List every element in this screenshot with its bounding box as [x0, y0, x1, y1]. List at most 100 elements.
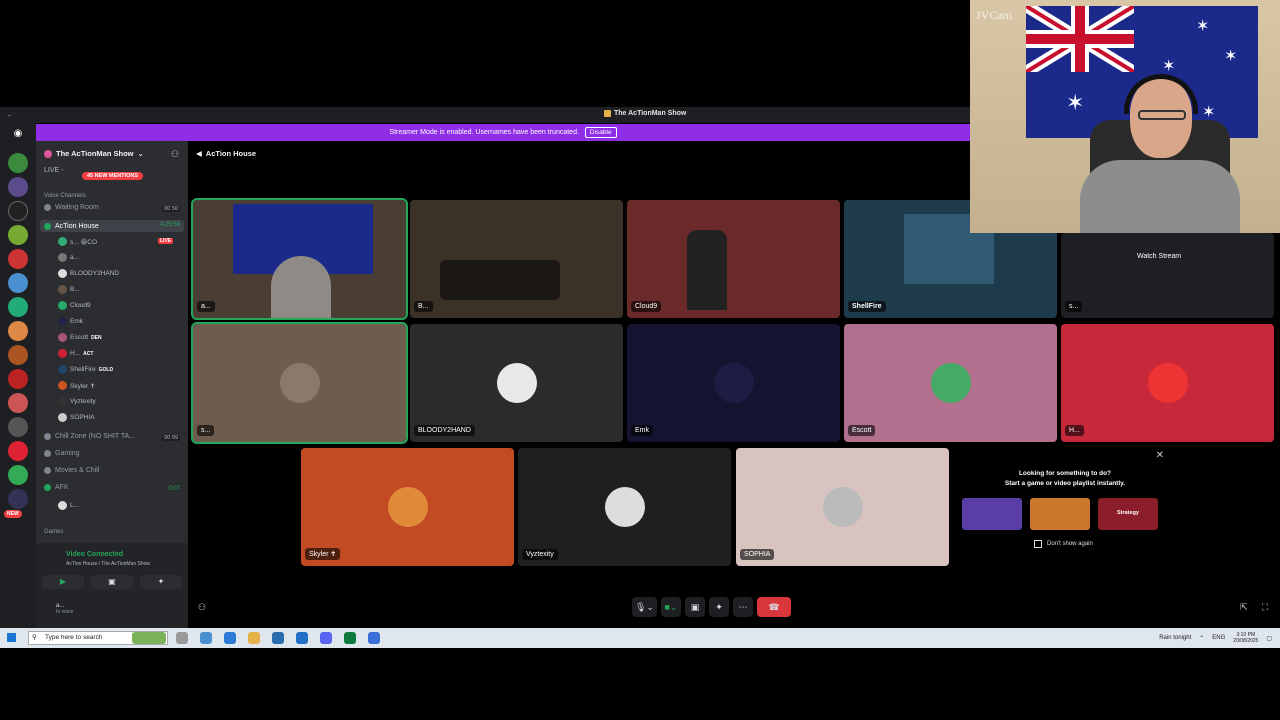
app-icon[interactable]	[344, 632, 356, 644]
store-icon[interactable]	[272, 632, 284, 644]
file-explorer-icon[interactable]	[248, 632, 260, 644]
more-options-button[interactable]: ⋯	[732, 597, 753, 617]
activity-card[interactable]	[962, 498, 1022, 530]
start-button[interactable]	[7, 633, 16, 642]
activities-button[interactable]: ✦	[708, 597, 729, 617]
user-panel[interactable]: a... In voice	[42, 603, 73, 615]
camera-button[interactable]: ■⌄	[660, 597, 681, 617]
user-tile[interactable]: Vyztexity	[518, 448, 731, 566]
server-icon[interactable]	[8, 177, 28, 197]
speaker-icon	[44, 484, 51, 491]
speaker-icon	[44, 222, 51, 230]
watch-stream-button[interactable]: Watch Stream	[1137, 253, 1181, 260]
server-icon[interactable]	[8, 345, 28, 365]
task-view-icon[interactable]	[176, 632, 188, 644]
activity-card[interactable]: Strategy	[1098, 498, 1158, 530]
voice-user[interactable]: Escott DEN	[58, 333, 102, 342]
person-video	[271, 256, 331, 318]
voice-user[interactable]: Emk	[58, 317, 83, 326]
screen-share-button[interactable]: ▣	[684, 597, 705, 617]
edge-icon[interactable]	[224, 632, 236, 644]
server-icon[interactable]	[8, 297, 28, 317]
close-icon[interactable]: ✕	[1156, 450, 1164, 461]
server-name-header[interactable]: The AcTionMan Show ⌄	[44, 149, 144, 158]
voice-user[interactable]: a...	[58, 253, 79, 262]
user-tile[interactable]: SOPHIA	[736, 448, 949, 566]
voice-user[interactable]: B...	[58, 285, 80, 294]
user-tile[interactable]: s...	[191, 322, 408, 444]
voice-user[interactable]: Skyler ✝	[58, 381, 95, 390]
language-indicator[interactable]: ENG	[1212, 635, 1225, 641]
server-icon[interactable]	[8, 321, 28, 341]
tile-name: H...	[1065, 425, 1084, 436]
chrome-icon[interactable]	[200, 632, 212, 644]
window-title: The AcTionMan Show	[604, 110, 686, 117]
activities-button[interactable]: ✦	[140, 575, 182, 589]
channel-afk[interactable]: AFK	[44, 484, 69, 491]
live-channel-row[interactable]: LIVE -	[44, 167, 63, 174]
user-tile[interactable]: Emk	[627, 324, 840, 442]
stream-tile[interactable]: Watch Stream s...	[1061, 233, 1274, 318]
voice-channels-category[interactable]: Voice Channels	[44, 193, 86, 199]
notification-icon[interactable]: ▢	[1266, 635, 1272, 642]
microphone-button[interactable]: 🎙︎⌄	[632, 597, 657, 617]
channel-waiting-room[interactable]: Waiting Room	[44, 204, 99, 211]
weather-widget[interactable]: Rain tonight	[1159, 635, 1191, 641]
popout-icon[interactable]: ⇱	[1240, 602, 1248, 613]
activity-card[interactable]	[1030, 498, 1090, 530]
chevron-up-icon[interactable]: ⌃	[1199, 635, 1204, 642]
server-icon[interactable]	[8, 369, 28, 389]
server-icon[interactable]	[8, 225, 28, 245]
video-tile[interactable]: B...	[410, 200, 623, 318]
voice-status[interactable]: Video Connected	[66, 551, 123, 558]
dont-show-again[interactable]: Don't show again	[1034, 540, 1093, 548]
voice-user[interactable]: SOPHIA	[58, 413, 95, 422]
server-icon[interactable]	[8, 201, 28, 221]
news-widget-icon[interactable]	[132, 632, 166, 644]
star-icon: ✶	[1162, 58, 1176, 75]
server-icon[interactable]	[8, 273, 28, 293]
user-tile[interactable]: BLOODY2HAND	[410, 324, 623, 442]
mail-icon[interactable]	[296, 632, 308, 644]
games-category[interactable]: Games	[44, 529, 63, 535]
server-icon[interactable]	[8, 417, 28, 437]
voice-user[interactable]: Cloud9	[58, 301, 91, 310]
app-icon[interactable]	[368, 632, 380, 644]
channel-gaming[interactable]: Gaming	[44, 450, 80, 457]
discord-icon[interactable]	[320, 632, 332, 644]
video-tile[interactable]: a...	[191, 198, 408, 320]
user-tile[interactable]: Escott	[844, 324, 1057, 442]
server-icon[interactable]	[8, 465, 28, 485]
activity-icon[interactable]: ⚇	[198, 602, 206, 613]
user-tile[interactable]: H...	[1061, 324, 1274, 442]
screen-share-button[interactable]: ▣	[91, 575, 133, 589]
server-icon[interactable]	[8, 393, 28, 413]
disable-streamer-mode-button[interactable]: Disable	[584, 127, 617, 138]
user-tile[interactable]: Skyler ✝	[301, 448, 514, 566]
voice-user[interactable]: L...	[58, 501, 79, 510]
stream-tile[interactable]: Cloud9	[627, 200, 840, 318]
checkbox[interactable]	[1034, 540, 1042, 548]
add-user-icon[interactable]: ⚇	[171, 149, 180, 159]
discord-home-icon[interactable]: ◉	[10, 128, 26, 144]
server-icon[interactable]	[8, 153, 28, 173]
voice-user[interactable]: s... 😀CO	[58, 237, 97, 246]
back-arrow-icon[interactable]: ←	[6, 110, 14, 119]
voice-user[interactable]: BLOODY2HAND	[58, 269, 119, 278]
channel-movies-chill[interactable]: Movies & Chill	[44, 467, 99, 474]
leave-call-button[interactable]: ☎	[756, 597, 791, 617]
user-count: 00 99	[162, 435, 180, 441]
fullscreen-icon[interactable]: ⛶	[1262, 602, 1268, 613]
video-button[interactable]: ▶	[42, 575, 84, 589]
voice-user[interactable]: ShellFire GOLD	[58, 365, 113, 374]
channel-chill-zone[interactable]: Chill Zone (NO SHIT TA...	[44, 433, 135, 440]
tile-name: B...	[414, 301, 433, 312]
server-icon[interactable]	[8, 441, 28, 461]
clock[interactable]: 3:10 PM 20/08/2025	[1233, 632, 1258, 644]
new-mentions-badge[interactable]: 45 NEW MENTIONS	[82, 172, 144, 180]
server-icon[interactable]	[8, 249, 28, 269]
voice-user[interactable]: Vyztexity	[58, 397, 96, 406]
voice-location[interactable]: AcTion House / The AcTionMan Show	[66, 561, 150, 567]
voice-user[interactable]: H... ACT	[58, 349, 93, 358]
server-icon[interactable]	[8, 489, 28, 509]
